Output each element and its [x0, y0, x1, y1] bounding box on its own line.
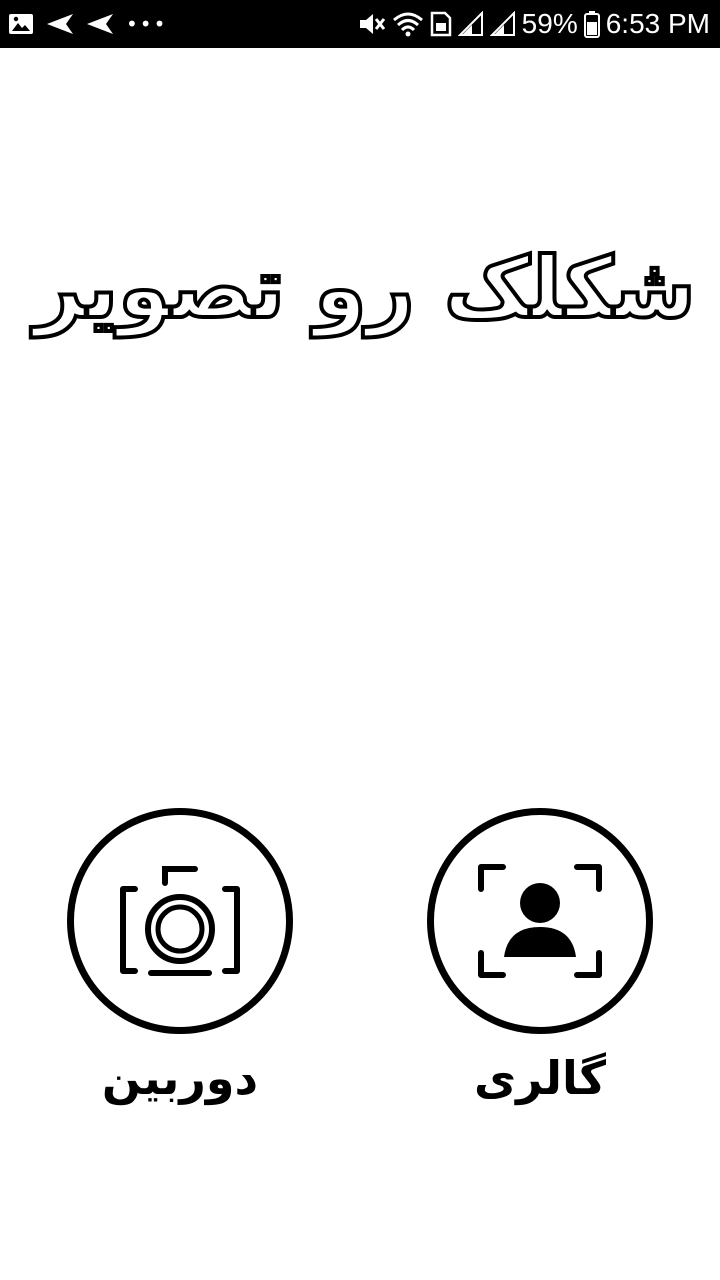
camera-label[interactable]: دوربین [102, 1048, 258, 1108]
sim-icon [430, 11, 451, 37]
gallery-button[interactable]: گالری [427, 808, 653, 1108]
gallery-portrait-icon [478, 864, 602, 978]
signal-icon [489, 11, 515, 36]
battery-percent: 59% [521, 8, 578, 39]
image-icon [9, 14, 33, 34]
send-icon [47, 14, 73, 34]
mute-icon [359, 14, 385, 34]
clock: 6:53 PM [605, 8, 710, 39]
more-icon: ••• [126, 12, 168, 36]
camera-button[interactable]: دوربین [67, 808, 293, 1108]
battery-icon [583, 11, 600, 38]
camera-circle[interactable] [67, 808, 293, 1034]
status-bar-left: ••• [8, 0, 179, 48]
send-icon [87, 14, 113, 34]
signal-icon [457, 11, 483, 36]
status-bar: ••• 59% 6:53 PM [0, 0, 720, 48]
camera-icon [120, 866, 240, 976]
wifi-icon [392, 12, 423, 37]
status-bar-right: 59% 6:53 PM [352, 0, 710, 48]
gallery-label[interactable]: گالری [474, 1048, 606, 1108]
app-logo: شکلک رو تصویر [32, 232, 698, 344]
app-screen: ••• 59% 6:53 PM شکلک رو تصویر دوربین گال… [0, 0, 720, 1280]
app-title: شکلک رو تصویر [32, 237, 698, 339]
gallery-circle[interactable] [427, 808, 653, 1034]
